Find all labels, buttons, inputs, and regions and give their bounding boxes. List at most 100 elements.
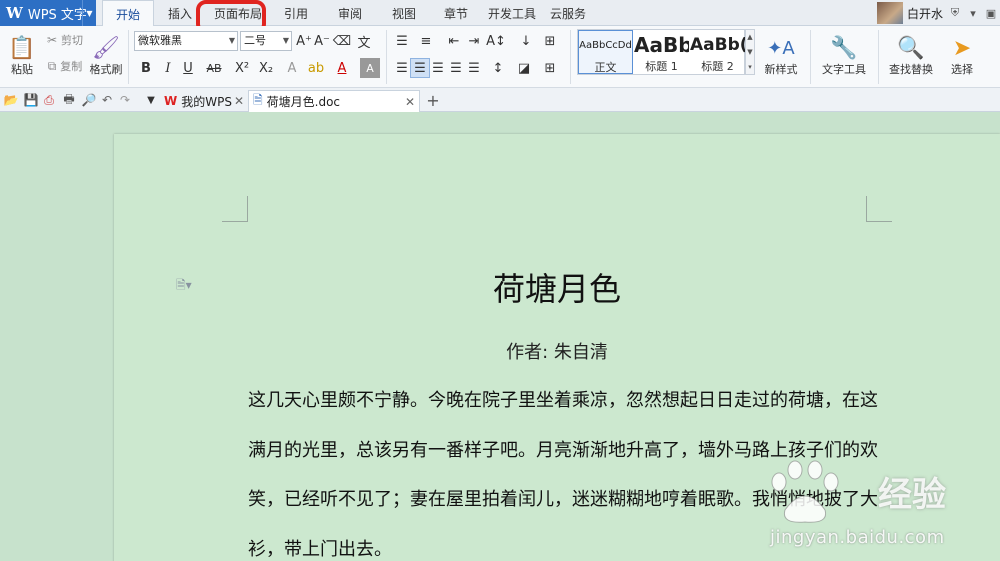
text-direction-icon[interactable]: A↕: [486, 31, 506, 51]
style-name: 正文: [594, 61, 617, 74]
close-icon[interactable]: ✕: [234, 94, 244, 108]
grow-font-icon[interactable]: A⁺: [294, 31, 314, 51]
avatar[interactable]: [876, 2, 903, 24]
close-icon[interactable]: ✕: [405, 95, 415, 109]
numbered-list-icon[interactable]: ≡: [416, 31, 436, 51]
border-icon[interactable]: ⊞: [540, 58, 560, 78]
show-marks-icon[interactable]: ⊞: [540, 31, 560, 51]
baidu-jingyan-watermark: 经验 jingyan.baidu.com: [760, 455, 1000, 561]
paintbrush-icon: 🖌: [92, 36, 120, 61]
shrink-font-icon[interactable]: A⁻: [312, 31, 332, 51]
style-gallery-scrollbar[interactable]: ▲ ▼ ▾: [745, 29, 755, 75]
app-menu-label: WPS 文字: [27, 7, 87, 23]
tab-view[interactable]: 视图: [384, 0, 424, 26]
margin-corner-mark: [222, 196, 248, 222]
document-title[interactable]: 荷塘月色: [114, 264, 1000, 310]
tab-document[interactable]: 🗎 荷塘月色.doc ✕: [248, 90, 420, 112]
font-color-icon[interactable]: A: [332, 58, 352, 78]
strikethrough-icon[interactable]: AB: [204, 58, 224, 78]
italic-icon[interactable]: I: [158, 58, 178, 78]
tab-list-chevron-down-icon[interactable]: ▼: [142, 91, 160, 109]
open-folder-icon[interactable]: 📂: [2, 91, 20, 109]
watermark-url: jingyan.baidu.com: [770, 527, 945, 548]
chevron-up-icon[interactable]: ▲: [747, 33, 752, 41]
superscript-icon[interactable]: X²: [232, 58, 252, 78]
divider: [810, 30, 811, 84]
pinyin-icon[interactable]: 文: [354, 31, 374, 51]
find-replace-button[interactable]: 🔍 查找替换: [882, 30, 940, 84]
style-sample: AaBb: [634, 33, 689, 57]
highlight-icon[interactable]: ab: [306, 58, 326, 78]
window-controls-icon[interactable]: ▣: [984, 6, 998, 20]
paw-logo-icon: [771, 460, 839, 523]
user-name[interactable]: 白开水: [907, 5, 943, 22]
new-tab-plus-icon[interactable]: +: [424, 91, 442, 110]
font-size-select[interactable]: 二号 ▼: [240, 31, 292, 51]
chevron-down-icon[interactable]: ▼: [747, 48, 752, 56]
cut-button[interactable]: ✂ 剪切: [44, 30, 86, 50]
distribute-icon[interactable]: ☰: [464, 58, 484, 78]
undo-icon[interactable]: ↶: [98, 91, 116, 109]
clipboard-icon: 📋: [8, 36, 36, 61]
chevron-down-icon[interactable]: ▼: [82, 0, 96, 26]
export-pdf-icon[interactable]: ⎙: [40, 91, 58, 109]
justify-icon[interactable]: ☰: [446, 58, 466, 78]
text-tools-button[interactable]: 🔧 文字工具: [816, 30, 872, 84]
paragraph-line[interactable]: 衫，带上门出去。: [248, 535, 392, 561]
align-right-icon[interactable]: ☰: [428, 58, 448, 78]
tab-chapter[interactable]: 章节: [436, 0, 476, 26]
style-name: 标题 1: [645, 60, 678, 73]
print-icon[interactable]: 🖶: [60, 91, 78, 109]
tab-references[interactable]: 引用: [276, 0, 316, 26]
style-normal[interactable]: AaBbCcDd 正文: [578, 30, 633, 74]
scissors-icon: ✂: [46, 33, 58, 47]
font-name-select[interactable]: 微软雅黑 ▼: [134, 31, 238, 51]
select-button[interactable]: ➤ 选择: [942, 30, 982, 84]
bullet-list-icon[interactable]: ☰: [392, 31, 412, 51]
paste-button[interactable]: 📋 粘贴: [4, 30, 40, 84]
char-shading-icon[interactable]: A: [360, 58, 380, 78]
redo-icon[interactable]: ↷: [116, 91, 134, 109]
tab-my-wps[interactable]: W 我的WPS ✕: [160, 90, 248, 112]
chevron-down-icon[interactable]: ▾: [966, 6, 980, 20]
more-icon[interactable]: ▾: [748, 63, 752, 71]
clear-format-icon[interactable]: ⌫: [332, 31, 352, 51]
align-left-icon[interactable]: ☰: [392, 58, 412, 78]
tab-review[interactable]: 审阅: [330, 0, 370, 26]
increase-indent-icon[interactable]: ⇥: [464, 31, 484, 51]
wps-app-menu-button[interactable]: W WPS 文字 ▼: [0, 0, 96, 26]
tab-insert[interactable]: 插入: [160, 0, 200, 26]
search-icon: 🔍: [897, 36, 925, 61]
copy-label: 复制: [60, 60, 83, 73]
underline-icon[interactable]: U: [178, 58, 198, 78]
tab-cloud-service[interactable]: 云服务: [546, 0, 590, 26]
align-center-icon[interactable]: ☰: [410, 58, 430, 78]
tab-developer-tools[interactable]: 开发工具: [484, 0, 540, 26]
decrease-indent-icon[interactable]: ⇤: [444, 31, 464, 51]
bold-icon[interactable]: B: [136, 58, 156, 78]
save-icon[interactable]: 💾: [22, 91, 40, 109]
style-heading-2[interactable]: AaBb( 标题 2: [690, 30, 745, 74]
margin-corner-mark: [866, 196, 892, 222]
font-size-value: 二号: [244, 34, 266, 47]
divider: [128, 30, 129, 84]
style-heading-1[interactable]: AaBb 标题 1: [634, 30, 689, 74]
divider: [570, 30, 571, 84]
new-style-label: 新样式: [764, 63, 798, 76]
copy-button[interactable]: ⧉ 复制: [44, 56, 86, 76]
document-author[interactable]: 作者: 朱自清: [114, 338, 1000, 364]
sort-icon[interactable]: ↓: [516, 31, 536, 51]
tab-home[interactable]: 开始: [102, 0, 154, 27]
line-spacing-icon[interactable]: ↕: [488, 58, 508, 78]
paragraph-line[interactable]: 这几天心里颇不宁静。今晚在院子里坐着乘凉，忽然想起日日走过的荷塘，在这: [248, 386, 878, 412]
quick-access-bar: 📂 💾 ⎙ 🖶 🔎 ↶ ↷ ▼ W 我的WPS ✕ 🗎 荷塘月色.doc ✕ +: [0, 88, 1000, 112]
shield-icon[interactable]: ⛨: [948, 6, 962, 20]
watermark-brand: 经验: [878, 475, 946, 515]
text-effect-icon[interactable]: A: [282, 58, 302, 78]
print-preview-icon[interactable]: 🔎: [80, 91, 98, 109]
subscript-icon[interactable]: X₂: [256, 58, 276, 78]
paragraph-shading-icon[interactable]: ◪: [514, 58, 534, 78]
format-painter-button[interactable]: 🖌 格式刷: [88, 30, 124, 84]
new-style-button[interactable]: ✦A 新样式: [758, 30, 804, 84]
divider: [386, 30, 387, 84]
